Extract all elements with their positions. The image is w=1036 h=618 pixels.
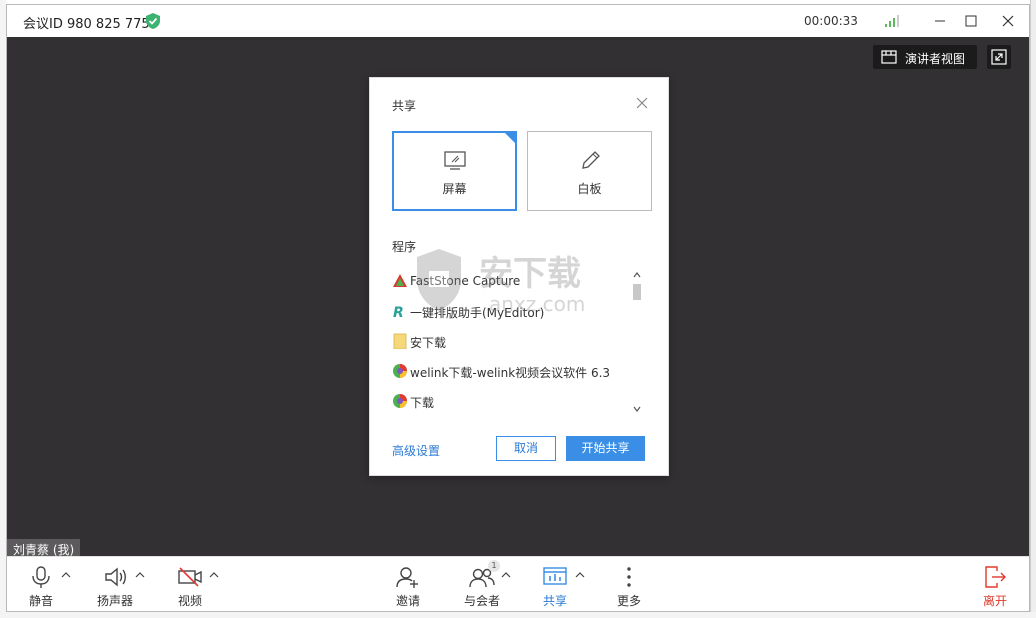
add-user-icon [396,567,418,588]
scroll-down-icon[interactable] [632,404,642,414]
start-share-button[interactable]: 开始共享 [566,436,645,461]
meeting-id: 会议ID 980 825 775 [23,17,150,32]
fullscreen-button[interactable] [987,45,1011,69]
presenter-view-label: 演讲者视图 [905,52,966,66]
watermark-text: 安下载 [479,254,581,294]
participants-label: 与会者 [463,594,500,608]
share-options-chevron-up-icon[interactable] [575,571,585,579]
presenter-view-icon [881,50,897,64]
participants-button[interactable]: 1 与会者 [452,557,512,612]
title-bar: 会议ID 980 825 775 00:00:33 [7,5,1029,37]
speaker-options-chevron-up-icon[interactable] [135,571,145,579]
watermark-subtext: anxz.com [489,292,585,316]
svg-text:R: R [393,305,404,319]
share-screen-option[interactable]: 屏幕 [392,131,517,211]
meeting-timer: 00:00:33 [804,14,858,28]
advanced-settings-link[interactable]: 高级设置 [392,442,440,459]
shield-check-icon [146,13,160,29]
leave-label: 离开 [982,594,1007,608]
background-desktop-right [1030,0,1036,618]
pen-icon [581,151,600,169]
program-item-download[interactable]: 下载 [390,389,626,413]
participants-options-chevron-up-icon[interactable] [501,571,511,579]
share-label: 共享 [542,594,567,608]
speaker-label: 扬声器 [96,594,133,608]
browser-icon [393,394,407,408]
selected-corner-indicator [503,131,517,145]
share-screen-label: 屏幕 [442,182,467,196]
fullscreen-icon [991,49,1007,65]
cancel-button[interactable]: 取消 [496,436,556,461]
bottom-toolbar: 静音 扬声器 视频 邀请 1 与会者 共享 更多 离开 [7,556,1029,611]
video-label: 视频 [177,594,202,608]
participants-count-badge: 1 [488,560,500,572]
more-vertical-icon [627,567,631,587]
share-whiteboard-label: 白板 [577,182,602,196]
self-name-tag: 刘青蔡 (我) [7,539,81,557]
share-whiteboard-option[interactable]: 白板 [527,131,652,211]
speaker-icon [105,567,126,587]
folder-icon [393,333,407,349]
dialog-close-icon[interactable] [634,95,650,111]
invite-label: 邀请 [395,594,420,608]
myeditor-icon: R [393,305,404,319]
share-button[interactable]: 共享 [525,557,585,612]
faststone-icon [393,274,407,287]
minimize-icon[interactable] [930,11,950,31]
mute-options-chevron-up-icon[interactable] [61,571,71,579]
program-label: welink下载-welink视频会议软件 6.3 [410,366,611,380]
leave-button[interactable]: 离开 [965,557,1025,612]
microphone-icon [32,566,50,588]
signal-strength-icon [885,15,901,27]
video-off-icon [178,567,202,587]
more-button[interactable]: 更多 [599,557,659,612]
scroll-up-icon[interactable] [632,270,642,280]
presenter-view-button[interactable]: 演讲者视图 [873,45,977,69]
mute-label: 静音 [28,594,53,608]
screen-icon [443,151,466,170]
mute-button[interactable]: 静音 [11,557,71,612]
speaker-button[interactable]: 扬声器 [85,557,145,612]
program-label: 安下载 [410,336,447,350]
more-label: 更多 [616,594,641,608]
meeting-window: 会议ID 980 825 775 00:00:33 演讲者视图 刘青蔡 (我) … [6,4,1030,612]
close-icon[interactable] [998,11,1018,31]
program-list-scrollbar[interactable] [632,268,642,418]
scrollbar-thumb[interactable] [633,284,641,300]
watermark-logo: 安下载 anxz.com [417,249,585,316]
share-screen-icon [543,567,567,585]
browser-icon [393,364,407,378]
background-desktop-bottom [0,612,1036,618]
program-item-anxz-folder[interactable]: 安下载 [390,329,626,353]
invite-button[interactable]: 邀请 [378,557,438,612]
program-label: 下载 [410,396,435,410]
program-item-welink[interactable]: welink下载-welink视频会议软件 6.3 [390,359,626,383]
video-button[interactable]: 视频 [160,557,220,612]
maximize-icon[interactable] [961,11,981,31]
dialog-title: 共享 [392,99,417,113]
video-options-chevron-up-icon[interactable] [209,571,219,579]
leave-icon [985,566,1006,588]
